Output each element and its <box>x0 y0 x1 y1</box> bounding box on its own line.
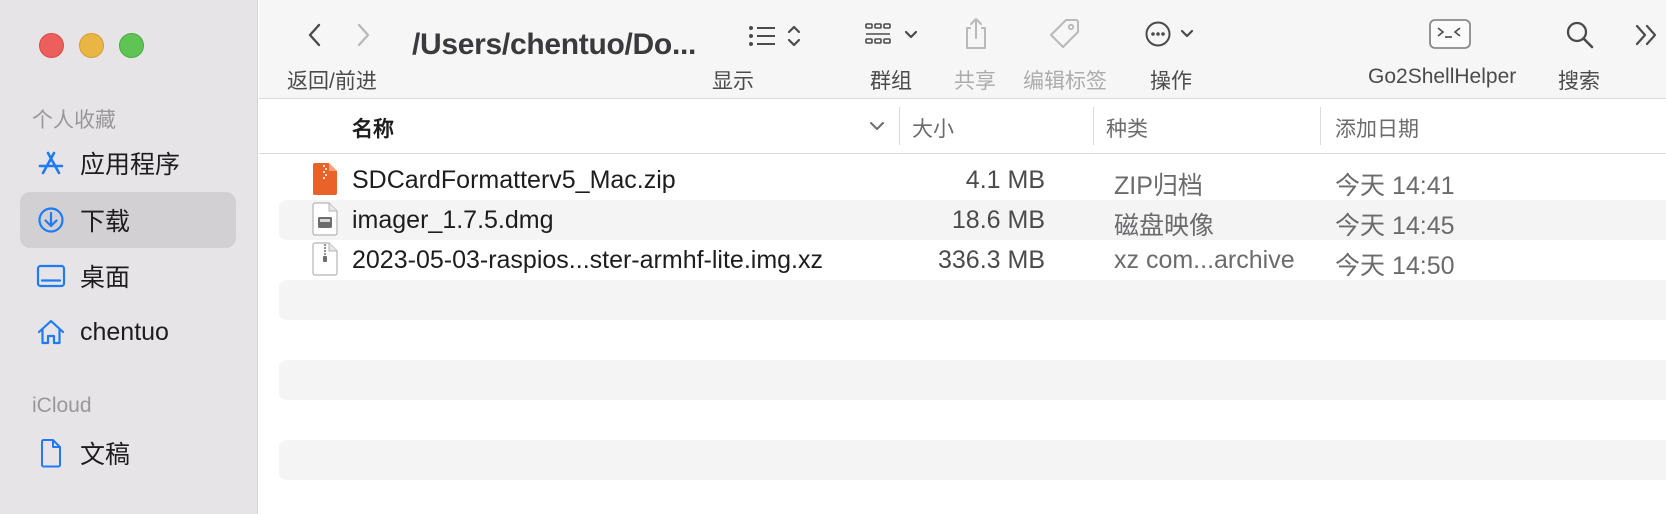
file-name: SDCardFormatterv5_Mac.zip <box>352 166 676 194</box>
toolbar-overflow-button[interactable] <box>1633 20 1663 55</box>
sidebar-item-desktop[interactable]: 桌面 <box>20 248 236 304</box>
sidebar-item-label: chentuo <box>80 317 169 346</box>
empty-row <box>279 360 1666 400</box>
chevron-right-icon <box>357 23 370 47</box>
file-size: 336.3 MB <box>937 246 1045 274</box>
list-view-icon <box>749 25 801 47</box>
go2shell-button[interactable] <box>1428 18 1472 55</box>
archive-icon <box>312 242 338 276</box>
file-date: 今天 14:45 <box>1335 212 1455 240</box>
search-icon <box>1566 21 1594 49</box>
double-chevron-right-icon <box>1635 24 1657 46</box>
close-button[interactable] <box>39 33 64 58</box>
column-size[interactable]: 大小 <box>912 113 954 143</box>
app-store-icon <box>36 148 66 178</box>
group-button[interactable] <box>864 20 924 57</box>
zoom-button[interactable] <box>119 33 144 58</box>
nav-label: 返回/前进 <box>287 70 377 93</box>
back-button[interactable] <box>303 20 327 55</box>
sidebar-item-documents[interactable]: 文稿 <box>20 425 236 481</box>
sort-chevron-down-icon[interactable] <box>867 116 887 141</box>
group-grid-icon <box>865 23 918 44</box>
action-button[interactable] <box>1144 18 1204 55</box>
view-label: 显示 <box>712 70 754 93</box>
download-icon <box>36 205 66 235</box>
column-name[interactable]: 名称 <box>352 113 394 143</box>
sidebar: 个人收藏 应用程序 下载 桌面 chentuo iCloud 文稿 <box>0 0 258 514</box>
empty-row <box>279 280 1666 320</box>
home-icon <box>36 317 66 347</box>
group-label: 群组 <box>870 70 912 93</box>
file-kind: xz com...archive <box>1114 246 1295 274</box>
search-button[interactable] <box>1564 19 1596 56</box>
file-date: 今天 14:41 <box>1335 172 1455 200</box>
file-row[interactable]: SDCardFormatterv5_Mac.zip 4.1 MB ZIP归档 今… <box>279 160 1666 200</box>
share-label: 共享 <box>954 70 996 93</box>
file-name: imager_1.7.5.dmg <box>352 206 554 234</box>
toolbar: 返回/前进 /Users/chentuo/Do... 显示 群组 共享 编辑标签 <box>259 0 1666 99</box>
zip-icon <box>312 162 338 196</box>
tags-label: 编辑标签 <box>1023 70 1107 93</box>
column-divider[interactable] <box>1320 107 1321 145</box>
forward-button[interactable] <box>351 20 375 55</box>
terminal-icon <box>1429 19 1471 49</box>
share-button[interactable] <box>961 16 991 57</box>
sidebar-item-label: 文稿 <box>80 441 131 469</box>
icloud-heading: iCloud <box>32 394 92 417</box>
tag-icon <box>1050 19 1079 48</box>
file-date: 今天 14:50 <box>1335 252 1455 280</box>
sidebar-item-applications[interactable]: 应用程序 <box>20 135 236 191</box>
more-actions-icon <box>1145 21 1194 47</box>
file-row[interactable]: imager_1.7.5.dmg 18.6 MB 磁盘映像 今天 14:45 <box>279 200 1666 240</box>
column-divider[interactable] <box>899 107 900 145</box>
file-list: SDCardFormatterv5_Mac.zip 4.1 MB ZIP归档 今… <box>259 155 1666 514</box>
column-kind[interactable]: 种类 <box>1106 113 1148 143</box>
view-button[interactable] <box>747 22 807 57</box>
file-name: 2023-05-03-raspios...ster-armhf-lite.img… <box>352 246 823 274</box>
sidebar-item-label: 应用程序 <box>80 151 181 179</box>
window-title: /Users/chentuo/Do... <box>412 28 697 61</box>
favorites-heading: 个人收藏 <box>32 109 116 132</box>
sidebar-item-home[interactable]: chentuo <box>20 304 236 360</box>
sidebar-item-label: 桌面 <box>80 264 131 292</box>
file-row[interactable]: 2023-05-03-raspios...ster-armhf-lite.img… <box>279 240 1666 280</box>
window-controls <box>39 33 144 58</box>
minimize-button[interactable] <box>79 33 104 58</box>
file-kind: 磁盘映像 <box>1114 212 1215 240</box>
search-label: 搜索 <box>1558 70 1600 93</box>
file-size: 4.1 MB <box>965 166 1045 194</box>
column-date-added[interactable]: 添加日期 <box>1335 113 1419 143</box>
share-icon <box>966 18 986 49</box>
go2shell-label: Go2ShellHelper <box>1368 65 1517 88</box>
column-header: 名称 大小 种类 添加日期 <box>259 99 1666 154</box>
action-label: 操作 <box>1150 70 1192 93</box>
sidebar-item-label: 下载 <box>80 208 131 236</box>
sidebar-item-downloads[interactable]: 下载 <box>20 192 236 248</box>
column-divider[interactable] <box>1093 107 1094 145</box>
document-icon <box>36 438 66 468</box>
empty-row <box>279 440 1666 480</box>
chevron-left-icon <box>308 23 321 47</box>
file-kind: ZIP归档 <box>1114 172 1203 200</box>
file-size: 18.6 MB <box>951 206 1045 234</box>
edit-tags-button[interactable] <box>1049 17 1081 56</box>
disk-image-icon <box>312 202 338 236</box>
desktop-icon <box>36 261 66 291</box>
